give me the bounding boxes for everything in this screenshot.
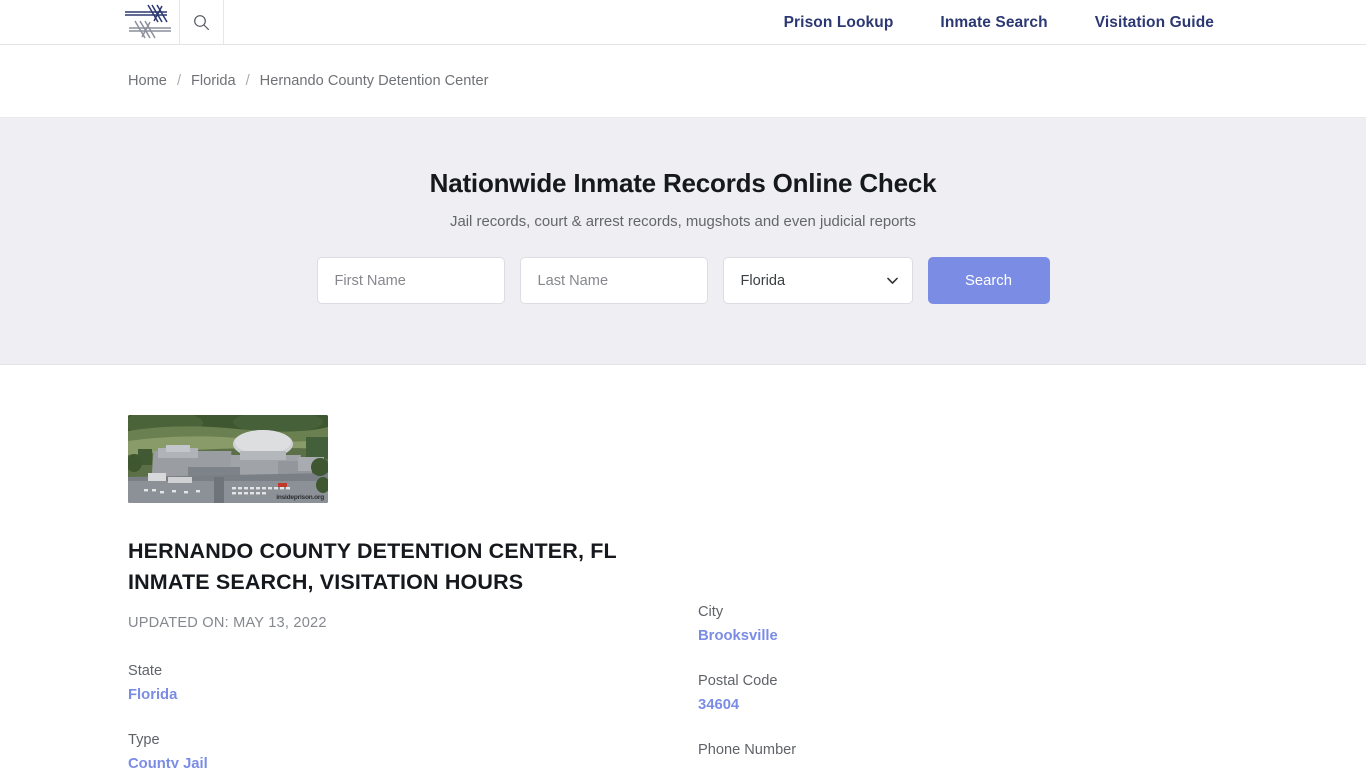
detail-label-state: State — [128, 663, 163, 679]
photo-watermark: insideprison.org — [276, 494, 324, 501]
detail-value-postal-code[interactable]: 34604 — [698, 694, 739, 717]
inmate-search-form: Florida Search — [316, 257, 1050, 304]
detail-value-state[interactable]: Florida — [128, 684, 177, 707]
facility-details: State Florida Type County Jail City Broo… — [128, 604, 1366, 768]
barbed-wire-logo[interactable] — [118, 0, 180, 44]
detail-label-city: City — [698, 604, 724, 620]
facility-aerial-photo-image — [128, 415, 328, 503]
hero-title: Nationwide Inmate Records Online Check — [429, 168, 937, 198]
detail-item-postal-code: Postal Code 34604 — [698, 670, 1118, 717]
detail-item-state: State Florida — [128, 660, 648, 707]
detail-value-city[interactable]: Brooksville — [698, 625, 778, 648]
breadcrumb-separator: / — [176, 73, 181, 89]
facility-details-left-column: State Florida Type County Jail — [128, 660, 648, 768]
breadcrumb-bar: Home / Florida / Hernando County Detenti… — [0, 45, 1366, 118]
detail-item-type: Type County Jail — [128, 729, 648, 768]
detail-value-type[interactable]: County Jail — [128, 753, 208, 768]
facility-details-right-column: City Brooksville Postal Code 34604 Phone… — [698, 601, 1118, 768]
last-name-input[interactable] — [519, 257, 708, 304]
nav-item-visitation-guide[interactable]: Visitation Guide — [1095, 14, 1214, 32]
breadcrumb-item-florida[interactable]: Florida — [191, 73, 236, 89]
breadcrumb: Home / Florida / Hernando County Detenti… — [128, 73, 488, 89]
state-select-wrapper: Florida — [722, 257, 913, 304]
header-search-button[interactable] — [180, 0, 224, 44]
detail-item-phone-number: Phone Number 352-544-2334 — [698, 739, 1118, 768]
hero-subtitle: Jail records, court & arrest records, mu… — [450, 214, 916, 230]
detail-label-postal-code: Postal Code — [698, 673, 778, 689]
detail-value-phone-number[interactable]: 352-544-2334 — [698, 763, 790, 768]
breadcrumb-item-current: Hernando County Detention Center — [259, 73, 489, 89]
state-select[interactable]: Florida — [722, 257, 913, 304]
nav-item-inmate-search[interactable]: Inmate Search — [940, 14, 1047, 32]
site-header: Prison Lookup Inmate Search Visitation G… — [0, 0, 1366, 45]
search-icon — [194, 14, 209, 30]
detail-label-type: Type — [128, 732, 160, 748]
main-content: insideprison.org HERNANDO COUNTY DETENTI… — [0, 365, 1366, 768]
hero-search-section: Nationwide Inmate Records Online Check J… — [0, 118, 1366, 365]
page-title: HERNANDO COUNTY DETENTION CENTER, FL INM… — [128, 539, 617, 594]
main-navigation: Prison Lookup Inmate Search Visitation G… — [784, 0, 1366, 45]
search-button[interactable]: Search — [927, 257, 1050, 304]
header-left-group — [118, 0, 224, 44]
first-name-input[interactable] — [316, 257, 505, 304]
facility-aerial-photo: insideprison.org — [128, 415, 328, 503]
detail-item-city: City Brooksville — [698, 601, 1118, 648]
breadcrumb-separator: / — [245, 73, 250, 89]
breadcrumb-item-home[interactable]: Home — [128, 73, 167, 89]
barbed-wire-logo-icon — [124, 4, 171, 39]
detail-label-phone-number: Phone Number — [698, 742, 797, 758]
nav-item-prison-lookup[interactable]: Prison Lookup — [784, 14, 894, 32]
